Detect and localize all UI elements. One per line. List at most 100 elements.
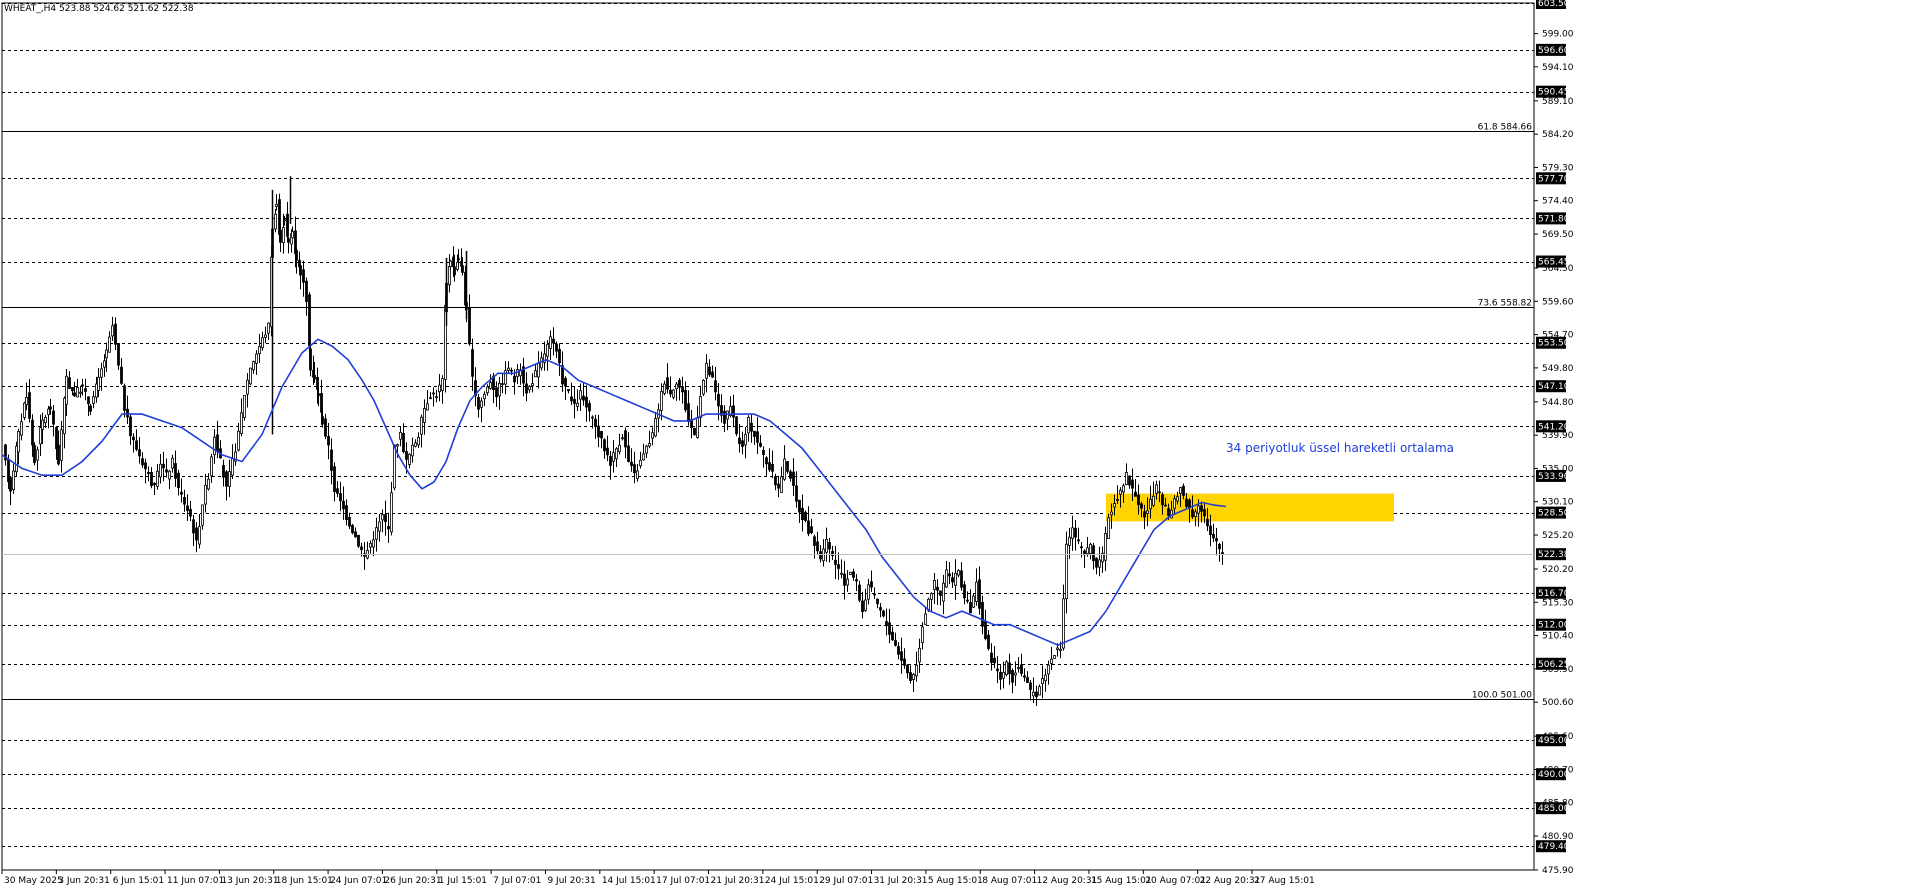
price-tick-label-15: 525.20: [1542, 531, 1574, 541]
candle-body: [333, 466, 336, 493]
candle-body: [426, 403, 429, 411]
candle-body: [972, 595, 975, 608]
price-axis[interactable]: 599.00 594.10 589.10 584.20 579.30 574.40 569.…: [1534, 0, 1574, 876]
candle-body: [1137, 494, 1140, 505]
candle: [275, 194, 278, 211]
candle-body: [295, 250, 298, 261]
candle: [393, 444, 396, 491]
level-price-label-15: 490.00: [1538, 770, 1570, 780]
candle-body: [1119, 489, 1122, 495]
candle: [759, 435, 762, 448]
candle-body: [744, 434, 747, 446]
candle-body: [588, 402, 591, 412]
candle: [132, 433, 135, 453]
candle: [9, 475, 12, 505]
candle-body: [867, 584, 870, 600]
candle-body: [900, 651, 903, 661]
candle-body: [126, 408, 129, 418]
candle-body: [495, 387, 498, 398]
candle-body: [1092, 545, 1095, 562]
candle: [1053, 655, 1056, 659]
candle-body: [498, 382, 501, 397]
candle-body: [567, 389, 570, 392]
candle-body: [963, 584, 966, 599]
candle-body: [1149, 498, 1152, 510]
level-price-label-3: 577.70: [1538, 174, 1570, 184]
candle-body: [837, 564, 840, 569]
candle: [299, 264, 302, 290]
candle: [531, 373, 534, 393]
candle: [222, 459, 225, 487]
candle: [126, 395, 129, 424]
price-tick-label-8: 559.60: [1542, 297, 1574, 307]
price-tick-label-6: 569.50: [1542, 230, 1574, 240]
candle: [1029, 680, 1032, 701]
candle-body: [969, 602, 972, 614]
candle-body: [1077, 539, 1080, 542]
level-price-label-7: 547.10: [1538, 382, 1570, 392]
candle-body: [336, 488, 339, 494]
candle-body: [528, 386, 531, 391]
candle-body: [1038, 686, 1041, 696]
candle-body: [393, 444, 396, 489]
time-tick-label-15: 29 Jul 07:01: [819, 876, 873, 886]
ema-34-line: [1, 338, 1227, 646]
candle: [1077, 527, 1080, 545]
candle-body: [582, 395, 585, 401]
time-axis[interactable]: 30 May 20253 Jun 20:31 6 Jun 15:01 11 Jun …: [1, 870, 1315, 886]
candle-body: [468, 307, 471, 345]
candle: [762, 446, 765, 468]
price-tick-label-2: 589.10: [1542, 97, 1574, 107]
price-chart[interactable]: 61.8 584.66 73.6 558.82 100.0 501.00 34 pe…: [0, 0, 1916, 888]
candle: [864, 588, 867, 612]
candle-body: [993, 657, 996, 664]
candle: [291, 226, 294, 239]
candle-body: [780, 476, 783, 493]
candle-body: [138, 449, 141, 457]
candle-body: [510, 369, 513, 372]
time-tick-label-16: 31 Jul 20:31: [874, 876, 928, 886]
candle-body: [1176, 496, 1179, 502]
candle: [609, 450, 612, 480]
candle: [287, 236, 290, 254]
candle-body: [960, 570, 963, 588]
fib-label-0: 61.8 584.66: [1478, 123, 1533, 133]
candle-body: [60, 429, 63, 461]
candle-body: [555, 343, 558, 352]
candle-body: [705, 363, 708, 379]
candle-body: [630, 461, 633, 467]
candle: [750, 413, 753, 443]
candle-body: [735, 416, 738, 435]
candle-body: [1074, 527, 1077, 538]
candle-body: [378, 521, 381, 532]
candle: [414, 439, 417, 448]
candle: [912, 672, 915, 692]
candle-body: [642, 453, 645, 461]
candle: [528, 385, 531, 393]
candle-body: [1011, 670, 1014, 683]
level-price-label-1: 596.60: [1538, 46, 1570, 56]
candle: [330, 438, 333, 485]
candle-body: [156, 470, 159, 487]
candle: [903, 648, 906, 669]
candle: [1092, 542, 1095, 570]
candle-body: [449, 260, 452, 268]
candle: [684, 381, 687, 413]
candle: [885, 608, 888, 636]
candle: [225, 470, 228, 501]
candle-body: [1047, 664, 1050, 675]
candle-body: [885, 621, 888, 627]
candle: [52, 404, 55, 437]
candle: [741, 431, 744, 455]
candle: [834, 545, 837, 580]
candle: [837, 552, 840, 580]
candle-body: [183, 496, 186, 505]
candle-body: [576, 402, 579, 407]
level-price-label-17: 479.40: [1538, 842, 1570, 852]
candle: [108, 331, 111, 353]
candle-body: [249, 367, 252, 385]
candle-body: [603, 439, 606, 452]
candle-body: [1158, 491, 1161, 494]
candle: [177, 469, 180, 496]
candle-body: [1005, 661, 1008, 675]
